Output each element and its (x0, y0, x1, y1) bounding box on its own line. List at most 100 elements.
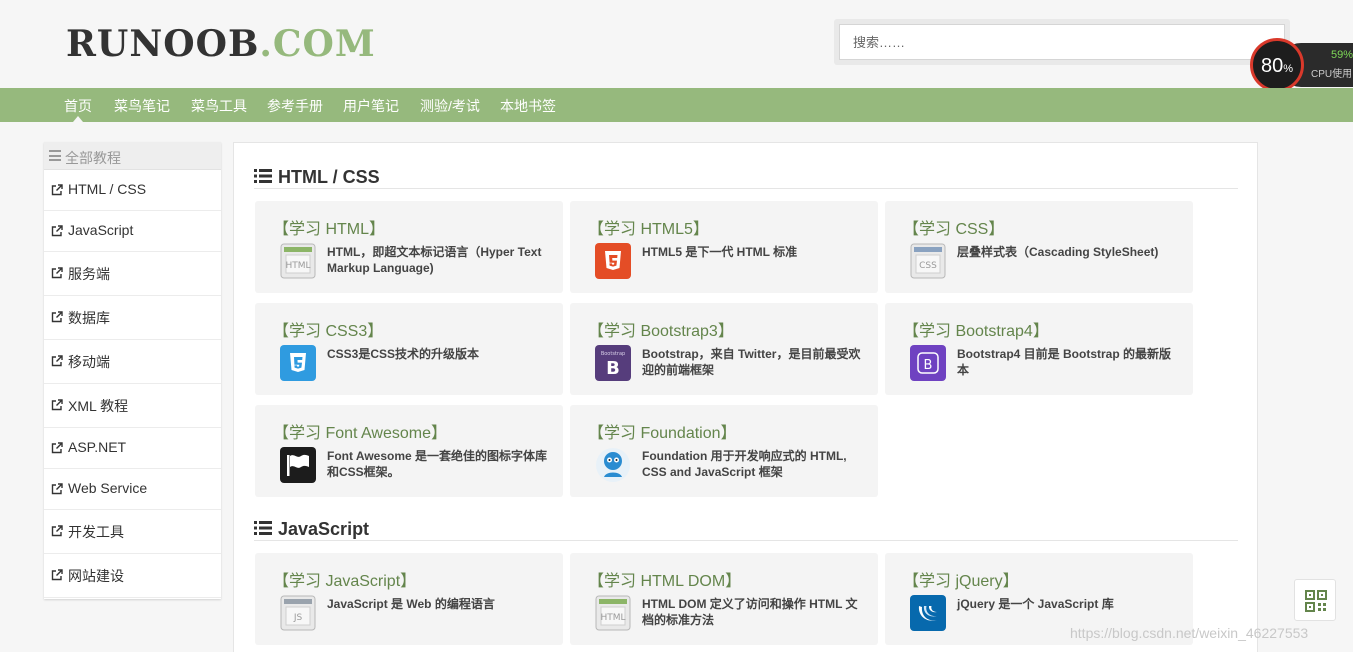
tutorial-card[interactable]: 【学习 Font Awesome】 Font Awesome 是一套绝佳的图标字体… (255, 405, 563, 497)
watermark: https://blog.csdn.net/weixin_46227553 (1070, 625, 1309, 641)
sidebar-item-label: 服务端 (68, 266, 110, 282)
sidebar-item-label: 移动端 (68, 354, 110, 370)
card-title[interactable]: 【学习 HTML】 (273, 215, 385, 239)
card-description: Font Awesome 是一套绝佳的图标字体库和CSS框架。 (327, 449, 548, 479)
svg-text:JS: JS (293, 613, 303, 623)
sidebar-item[interactable]: 移动端 (44, 340, 221, 384)
external-link-icon (51, 310, 63, 323)
site-logo[interactable]: RUNOOB.COM (66, 24, 376, 64)
sidebar-item-label: Web Service (68, 480, 148, 496)
sidebar-item-label: ASP.NET (68, 439, 127, 455)
nav-item-user-notes[interactable]: 用户笔记 (343, 88, 399, 122)
card-description: HTML5 是下一代 HTML 标准 (642, 245, 798, 259)
tutorial-card[interactable]: 【学习 HTML DOM】 HTML HTML DOM 定义了访问和操作 HTML … (570, 553, 878, 645)
sidebar-header: 全部教程 (44, 142, 221, 170)
tutorial-card[interactable]: 【学习 JavaScript】 JS JavaScript 是 Web 的编程语言 (255, 553, 563, 645)
svg-text:CSS: CSS (919, 261, 937, 271)
card-title[interactable]: 【学习 Bootstrap3】 (588, 317, 734, 341)
qr-code-icon (1305, 590, 1327, 612)
sidebar-item[interactable]: XML 教程 (44, 384, 221, 428)
tutorial-card[interactable]: 【学习 Foundation】 Foundation 用于开发响应式的 HTML,… (570, 405, 878, 497)
card-title[interactable]: 【学习 HTML5】 (588, 215, 709, 239)
sidebar-item-label: XML 教程 (68, 398, 129, 414)
external-link-icon (51, 266, 63, 279)
sidebar: 全部教程 HTML / CSS JavaScript 服务端数据库移动端 XML 教程… (44, 142, 221, 599)
nav-item-manual[interactable]: 参考手册 (267, 88, 323, 122)
header: RUNOOB.COM 59% CPU使用 80% (0, 0, 1353, 92)
tutorial-card[interactable]: 【学习 HTML5】 HTML5 是下一代 HTML 标准 (570, 201, 878, 293)
external-link-icon (51, 568, 63, 581)
card-title[interactable]: 【学习 Foundation】 (588, 419, 737, 443)
nav-item-tools[interactable]: 菜鸟工具 (191, 88, 247, 122)
sidebar-item[interactable]: 开发工具 (44, 510, 221, 554)
section-divider (254, 188, 1238, 189)
external-link-icon (51, 524, 63, 537)
svg-text:B: B (924, 358, 933, 373)
cpu-usage-widget[interactable]: 59% CPU使用 80% (1249, 37, 1353, 93)
bootstrap3-icon: Bootstrap B (595, 345, 631, 381)
svg-text:B: B (606, 358, 620, 379)
main-content: HTML / CSS JavaScript 【学习 HTML】 HTML HTML，… (233, 142, 1258, 652)
section-title-html-css: HTML / CSS (278, 167, 380, 187)
font-awesome-icon (280, 447, 316, 483)
card-description: HTML，即超文本标记语言（Hyper Text Markup Language… (327, 245, 542, 275)
sidebar-item[interactable]: ASP.NET (44, 428, 221, 469)
section-divider (254, 540, 1238, 541)
sidebar-item[interactable]: HTML / CSS (44, 170, 221, 211)
search-input[interactable] (839, 24, 1285, 60)
cpu-side-label: CPU使用 (1311, 69, 1353, 80)
html5-icon (595, 243, 631, 279)
card-title[interactable]: 【学习 CSS】 (903, 215, 1004, 239)
html-icon: HTML (280, 243, 316, 279)
external-link-icon (51, 398, 63, 411)
tutorial-card[interactable]: 【学习 CSS3】 CSS3是CSS技术的升级版本 (255, 303, 563, 395)
cpu-gauge-unit: % (1283, 63, 1294, 75)
bootstrap4-icon: B (910, 345, 946, 381)
card-title[interactable]: 【学习 JavaScript】 (273, 567, 416, 591)
nav-item-quiz[interactable]: 测验/考试 (420, 88, 480, 122)
sidebar-item-label: HTML / CSS (68, 181, 147, 197)
sidebar-item[interactable]: Web Service (44, 469, 221, 510)
sidebar-item-label: JavaScript (68, 222, 134, 238)
tutorial-card[interactable]: 【学习 Bootstrap3】 Bootstrap B Bootstrap，来自 Tw… (570, 303, 878, 395)
external-link-icon (51, 482, 63, 495)
card-title[interactable]: 【学习 HTML DOM】 (588, 567, 741, 591)
tutorial-card[interactable]: 【学习 HTML】 HTML HTML，即超文本标记语言（Hyper Text Ma… (255, 201, 563, 293)
sidebar-item[interactable]: JavaScript (44, 211, 221, 252)
card-description: CSS3是CSS技术的升级版本 (327, 347, 480, 361)
external-link-icon (51, 354, 63, 367)
css-icon: CSS (910, 243, 946, 279)
card-title[interactable]: 【学习 jQuery】 (903, 567, 1019, 591)
html-dom-icon: HTML (595, 595, 631, 631)
sidebar-item[interactable]: 服务端 (44, 252, 221, 296)
jquery-icon (910, 595, 946, 631)
list-icon (254, 521, 272, 535)
foundation-icon (595, 447, 631, 483)
tutorial-card[interactable]: 【学习 Bootstrap4】 B Bootstrap4 目前是 Bootstrap… (885, 303, 1193, 395)
card-description: HTML DOM 定义了访问和操作 HTML 文档的标准方法 (642, 597, 858, 627)
section-title-javascript: JavaScript (278, 519, 370, 539)
sidebar-item[interactable]: 网站建设 (44, 554, 221, 598)
card-description: jQuery 是一个 JavaScript 库 (957, 597, 1114, 611)
nav-active-caret (73, 116, 83, 122)
cpu-side-percent: 59% (1330, 49, 1353, 61)
nav-item-notes[interactable]: 菜鸟笔记 (114, 88, 170, 122)
list-icon (49, 150, 61, 161)
sidebar-item[interactable]: 数据库 (44, 296, 221, 340)
card-description: Bootstrap4 目前是 Bootstrap 的最新版本 (957, 347, 1172, 377)
svg-text:HTML: HTML (600, 613, 625, 623)
nav-item-bookmarks[interactable]: 本地书签 (500, 88, 556, 122)
logo-text-domain: .COM (259, 23, 376, 65)
list-icon (254, 169, 272, 183)
qr-code-button[interactable] (1294, 579, 1336, 621)
cpu-gauge: 80% (1250, 38, 1304, 92)
external-link-icon (51, 224, 63, 237)
sidebar-item-label: 开发工具 (68, 524, 124, 540)
card-title[interactable]: 【学习 Bootstrap4】 (903, 317, 1049, 341)
card-description: Bootstrap，来自 Twitter，是目前最受欢迎的前端框架 (642, 347, 861, 377)
svg-text:Bootstrap: Bootstrap (601, 351, 625, 357)
tutorial-card[interactable]: 【学习 CSS】 CSS 层叠样式表（Cascading StyleSheet) (885, 201, 1193, 293)
card-title[interactable]: 【学习 CSS3】 (273, 317, 383, 341)
card-description: Foundation 用于开发响应式的 HTML, CSS and JavaSc… (642, 449, 847, 479)
card-title[interactable]: 【学习 Font Awesome】 (273, 419, 447, 443)
